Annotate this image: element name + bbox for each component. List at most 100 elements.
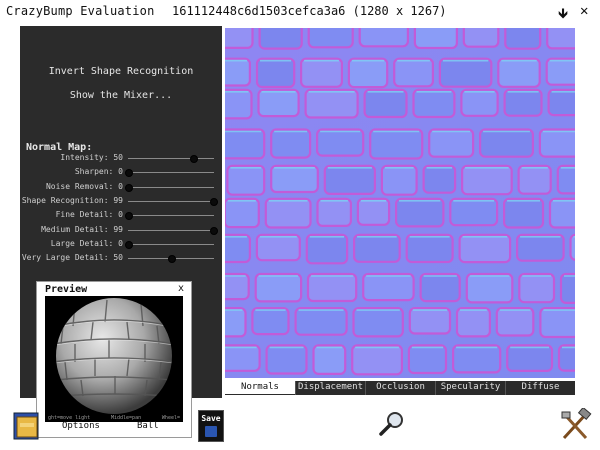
- slider-intensity[interactable]: Intensity: 50: [20, 152, 222, 166]
- cobblestone: [305, 233, 349, 265]
- cobblestone: [405, 233, 454, 264]
- open-folder-icon[interactable]: [12, 407, 42, 441]
- tools-icon[interactable]: [560, 406, 592, 442]
- slider-label: Large Detail: 0: [50, 239, 123, 248]
- magnifier-icon[interactable]: [376, 410, 406, 438]
- slider-track[interactable]: [128, 155, 214, 163]
- slider-knob[interactable]: [168, 255, 176, 263]
- cobblestone: [225, 88, 253, 120]
- slider-track[interactable]: [128, 227, 219, 235]
- slider-medium-detail[interactable]: Medium Detail: 99: [20, 224, 222, 238]
- download-arrow-icon[interactable]: 🡻: [558, 3, 568, 27]
- cobblestone: [419, 272, 461, 303]
- cobblestone: [323, 164, 377, 196]
- slider-label: Shape Recognition: 99: [21, 196, 123, 205]
- preview-shape-button[interactable]: Ball: [137, 421, 159, 431]
- cobblestone: [460, 88, 499, 117]
- slider-very-large-detail[interactable]: Very Large Detail: 50: [20, 252, 222, 266]
- normal-map-view[interactable]: [225, 28, 575, 378]
- cobblestone: [257, 88, 300, 118]
- tab-normals[interactable]: Normals: [225, 381, 295, 395]
- cobblestone: [353, 233, 401, 263]
- slider-track[interactable]: [125, 184, 214, 192]
- cobblestone: [455, 307, 492, 338]
- cobblestone: [438, 57, 493, 88]
- tab-specularity[interactable]: Specularity: [435, 381, 505, 395]
- preview-window: Preview x ght=move light Middle=pan Whee…: [36, 281, 192, 438]
- cobblestone: [358, 28, 409, 48]
- hint-wheel: Wheel=: [161, 415, 180, 421]
- cobblestone: [258, 28, 303, 50]
- cobblestone: [517, 164, 552, 195]
- slider-sharpen[interactable]: Sharpen: 0: [20, 166, 222, 180]
- cobblestone: [516, 233, 565, 262]
- cobblestone: [380, 164, 418, 196]
- cobblestone: [225, 57, 251, 87]
- slider-label: Medium Detail: 99: [41, 225, 123, 234]
- cobblestone: [503, 88, 543, 117]
- invert-shape-recognition-link[interactable]: Invert Shape Recognition: [20, 66, 222, 77]
- save-button[interactable]: Save: [198, 410, 224, 442]
- cobblestone: [452, 344, 502, 374]
- cobblestone: [503, 197, 545, 229]
- cobblestone: [299, 57, 343, 88]
- document-title: 161112448c6d1503cefca3a6 (1280 x 1267): [172, 4, 447, 18]
- cobblestone: [407, 344, 448, 375]
- slider-knob[interactable]: [189, 155, 198, 163]
- cobblestone: [369, 128, 424, 160]
- cobblestone: [461, 164, 513, 196]
- close-icon[interactable]: ✕: [580, 3, 588, 19]
- cobblestone: [264, 197, 312, 229]
- cobblestone: [306, 272, 358, 303]
- cobblestone: [225, 307, 247, 338]
- slider-track[interactable]: [128, 255, 214, 263]
- slider-label: Very Large Detail: 50: [21, 253, 123, 262]
- slider-knob[interactable]: [125, 212, 133, 220]
- slider-track[interactable]: [125, 169, 214, 177]
- show-mixer-link[interactable]: Show the Mixer...: [20, 90, 222, 101]
- slider-track[interactable]: [128, 198, 219, 206]
- slider-knob[interactable]: [210, 227, 219, 235]
- cobblestone: [312, 344, 347, 375]
- cobblestone: [225, 344, 261, 372]
- cobblestone: [225, 233, 251, 264]
- slider-noise-removal[interactable]: Noise Removal: 0: [20, 181, 222, 195]
- cobblestone: [497, 57, 541, 88]
- preview-viewport[interactable]: ght=move light Middle=pan Wheel=: [45, 296, 183, 422]
- cobblestone: [547, 88, 575, 117]
- cobblestone: [304, 88, 359, 119]
- cobblestone: [265, 344, 308, 375]
- preview-title: Preview: [45, 284, 88, 295]
- cobblestone: [428, 128, 475, 158]
- slider-knob[interactable]: [125, 184, 133, 192]
- cobblestone: [538, 128, 575, 158]
- cobblestone: [557, 344, 575, 372]
- map-tabs: Normals Displacement Occlusion Speculari…: [225, 381, 575, 395]
- save-label: Save: [201, 414, 221, 423]
- normal-map-image[interactable]: [225, 28, 575, 378]
- slider-fine-detail[interactable]: Fine Detail: 0: [20, 209, 222, 223]
- preview-close-icon[interactable]: x: [178, 283, 184, 294]
- slider-track[interactable]: [125, 241, 214, 249]
- slider-knob[interactable]: [125, 169, 133, 177]
- cobblestone: [449, 197, 499, 227]
- slider-knob[interactable]: [210, 198, 219, 206]
- tab-occlusion[interactable]: Occlusion: [365, 381, 435, 395]
- cobblestone: [422, 164, 457, 194]
- preview-ball-render[interactable]: [45, 296, 183, 422]
- cobblestone: [412, 88, 456, 119]
- cobblestone: [495, 307, 535, 337]
- cobblestone: [545, 57, 575, 86]
- slider-shape-recognition[interactable]: Shape Recognition: 99: [20, 195, 222, 209]
- cobblestone: [351, 344, 403, 376]
- title-bar: CrazyBump Evaluation 161112448c6d1503cef…: [0, 0, 600, 24]
- cobblestone: [294, 307, 348, 336]
- tab-displacement[interactable]: Displacement: [295, 381, 365, 395]
- slider-large-detail[interactable]: Large Detail: 0: [20, 238, 222, 252]
- tab-diffuse[interactable]: Diffuse: [505, 381, 575, 395]
- slider-knob[interactable]: [125, 241, 133, 249]
- slider-track[interactable]: [125, 212, 214, 220]
- preview-options-button[interactable]: Options: [62, 421, 100, 431]
- cobblestone: [225, 128, 266, 160]
- cobblestone: [504, 28, 542, 50]
